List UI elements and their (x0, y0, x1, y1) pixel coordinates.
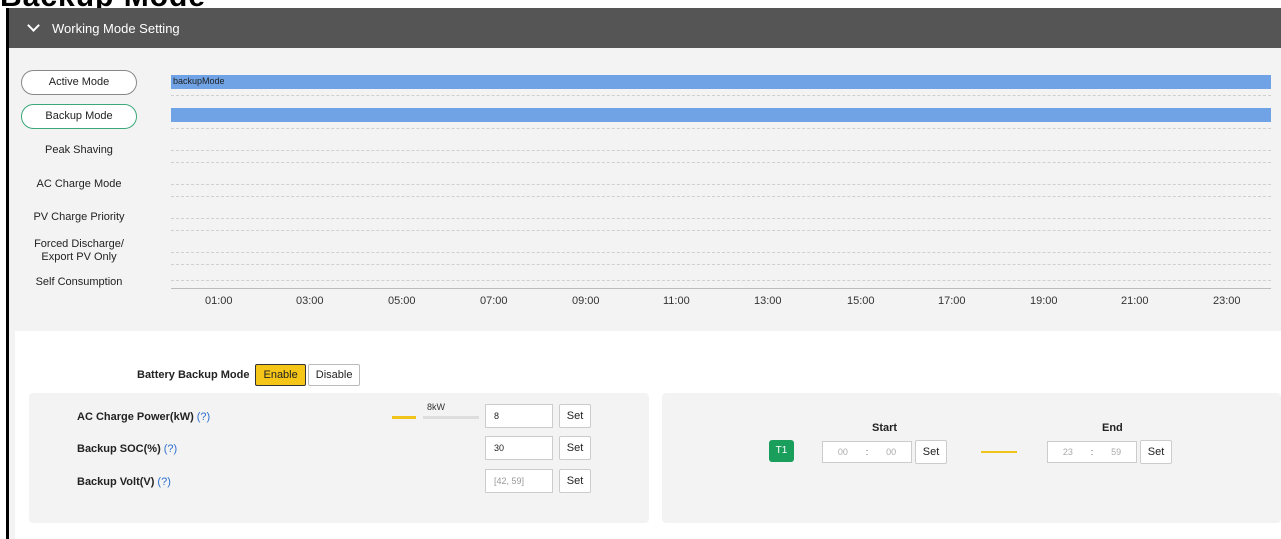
battery-backup-label: Battery Backup Mode (137, 369, 250, 381)
time-colon: : (865, 447, 869, 457)
lane-divider (171, 196, 1271, 197)
schedule-box: Start End T1 00 : 00 Set 23 : 59 Set (662, 393, 1281, 523)
backup-soc-set-button[interactable]: Set (559, 436, 591, 460)
timeline-bar-active[interactable]: backupMode (171, 75, 1271, 89)
end-minute[interactable]: 59 (1111, 447, 1121, 457)
ac-charge-power-text: AC Charge Power(kW) (77, 411, 194, 423)
time-colon: : (1090, 447, 1094, 457)
tick-label: 01:00 (205, 295, 233, 307)
tick-label: 09:00 (572, 295, 600, 307)
ac-charge-power-label: AC Charge Power(kW) (?) (77, 411, 210, 423)
mode-active[interactable]: Active Mode (21, 70, 137, 95)
lane-divider (171, 150, 1271, 151)
start-minute[interactable]: 00 (886, 447, 896, 457)
help-icon[interactable]: (?) (197, 411, 210, 423)
backup-settings-panel: Battery Backup Mode Enable Disable AC Ch… (15, 331, 1281, 539)
working-mode-header[interactable]: Working Mode Setting (9, 8, 1281, 48)
ac-charge-slider-value: 8kW (427, 402, 445, 412)
end-set-button[interactable]: Set (1140, 440, 1172, 464)
mode-forced-discharge[interactable]: Forced Discharge/ Export PV Only (21, 238, 137, 264)
tick-label: 23:00 (1213, 295, 1241, 307)
tick-label: 15:00 (847, 295, 875, 307)
tick-label: 05:00 (388, 295, 416, 307)
mode-peak-shaving[interactable]: Peak Shaving (21, 144, 137, 157)
timeline-axis (171, 288, 1271, 289)
lane-divider (171, 218, 1271, 219)
tick-label: 21:00 (1121, 295, 1149, 307)
end-time-input[interactable]: 23 : 59 (1047, 441, 1137, 463)
time-range-connector (981, 451, 1017, 453)
backup-soc-text: Backup SOC(%) (77, 443, 161, 455)
mode-forced-discharge-line2: Export PV Only (41, 251, 117, 263)
backup-volt-label: Backup Volt(V) (?) (77, 476, 171, 488)
start-set-button[interactable]: Set (915, 440, 947, 464)
mode-self-consumption[interactable]: Self Consumption (21, 276, 137, 289)
backup-volt-set-button[interactable]: Set (559, 469, 591, 493)
tick-label: 13:00 (754, 295, 782, 307)
lane-divider (171, 280, 1271, 281)
battery-backup-mode-row: Battery Backup Mode Enable Disable (137, 364, 361, 386)
lane-divider (171, 184, 1271, 185)
lane-divider (171, 252, 1271, 253)
backup-soc-label: Backup SOC(%) (?) (77, 443, 177, 455)
lane-divider (171, 264, 1271, 265)
timeline-bar-label: backupMode (173, 76, 225, 86)
help-icon[interactable]: (?) (164, 443, 177, 455)
backup-params-box: AC Charge Power(kW) (?) 8kW 8 Set Backup … (29, 393, 649, 523)
lane-divider (171, 95, 1271, 96)
lane-divider (171, 128, 1271, 129)
mode-timeline: backupMode (171, 70, 1279, 290)
chevron-down-icon[interactable] (27, 19, 40, 32)
ac-charge-slider-fill[interactable] (392, 416, 416, 419)
backup-soc-input[interactable]: 30 (485, 436, 553, 460)
tick-label: 19:00 (1030, 295, 1058, 307)
end-column-header: End (1102, 422, 1123, 434)
working-mode-panel: Working Mode Setting Active Mode Backup … (6, 8, 1281, 539)
end-hour[interactable]: 23 (1063, 447, 1073, 457)
start-time-input[interactable]: 00 : 00 (822, 441, 912, 463)
slot-t1-badge[interactable]: T1 (769, 440, 794, 462)
ac-charge-power-input[interactable]: 8 (485, 404, 553, 428)
tick-label: 07:00 (480, 295, 508, 307)
ac-charge-set-button[interactable]: Set (559, 404, 591, 428)
tick-label: 11:00 (663, 295, 690, 307)
lane-divider (171, 162, 1271, 163)
start-hour[interactable]: 00 (838, 447, 848, 457)
timeline-bar-backup[interactable] (171, 108, 1271, 122)
help-icon[interactable]: (?) (157, 476, 170, 488)
mode-pv-charge-priority[interactable]: PV Charge Priority (21, 211, 137, 224)
start-column-header: Start (872, 422, 898, 434)
enable-button[interactable]: Enable (255, 364, 306, 386)
header-title: Working Mode Setting (52, 20, 180, 36)
tick-label: 03:00 (296, 295, 324, 307)
mode-ac-charge[interactable]: AC Charge Mode (21, 178, 137, 191)
ac-charge-slider-rail[interactable] (423, 416, 479, 419)
mode-forced-discharge-line1: Forced Discharge/ (34, 238, 124, 250)
disable-button[interactable]: Disable (307, 364, 361, 386)
mode-backup[interactable]: Backup Mode (21, 104, 137, 129)
tick-label: 17:00 (938, 295, 966, 307)
lane-divider (171, 230, 1271, 231)
backup-volt-input[interactable]: [42, 59] (485, 469, 553, 493)
backup-volt-text: Backup Volt(V) (77, 476, 155, 488)
